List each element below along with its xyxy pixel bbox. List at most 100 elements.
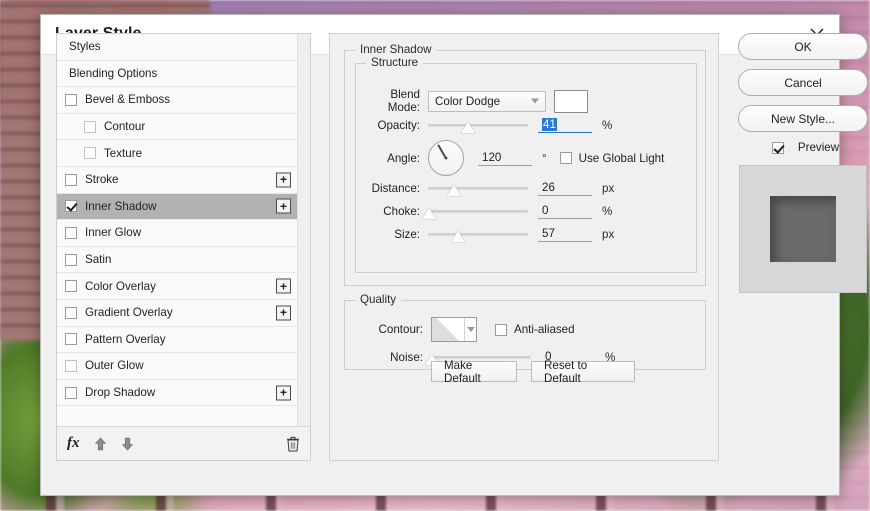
distance-slider-thumb[interactable] xyxy=(447,185,461,196)
style-list-item-label: Styles xyxy=(69,40,101,54)
anti-aliased-checkbox[interactable] xyxy=(495,323,507,336)
styles-scrollbar[interactable] xyxy=(297,34,310,426)
chevron-down-icon xyxy=(464,318,476,341)
opacity-row: Opacity: 41 % xyxy=(356,117,612,133)
style-enable-checkbox[interactable] xyxy=(65,306,77,319)
make-default-button[interactable]: Make Default xyxy=(431,359,517,385)
style-list-item-blending-options[interactable]: Blending Options xyxy=(57,61,310,88)
structure-group-title: Structure xyxy=(366,56,424,69)
blend-mode-select[interactable]: Color Dodge xyxy=(428,90,546,112)
style-list-item-label: Outer Glow xyxy=(85,359,144,373)
use-global-light-checkbox[interactable] xyxy=(559,152,572,164)
style-enable-checkbox[interactable] xyxy=(65,333,77,346)
style-list-item-stroke[interactable]: Stroke + xyxy=(57,167,310,194)
angle-dial-hub xyxy=(444,156,448,160)
size-slider-track xyxy=(428,233,528,236)
chevron-down-icon xyxy=(531,98,539,104)
style-list-item-bevel-emboss[interactable]: Bevel & Emboss xyxy=(57,87,310,114)
style-list-item-inner-glow[interactable]: Inner Glow xyxy=(57,220,310,247)
angle-input[interactable]: 120 xyxy=(478,151,532,166)
choke-row: Choke: 0 % xyxy=(356,203,612,219)
use-global-light-label: Use Global Light xyxy=(578,151,665,165)
choke-input[interactable]: 0 xyxy=(538,204,592,219)
style-list-item-gradient-overlay[interactable]: Gradient Overlay + xyxy=(57,300,310,327)
reset-to-default-button[interactable]: Reset to Default xyxy=(531,359,635,385)
add-effect-plus-icon[interactable]: + xyxy=(276,198,291,214)
trash-icon[interactable] xyxy=(286,436,300,452)
style-enable-checkbox[interactable] xyxy=(65,280,77,293)
style-enable-checkbox[interactable] xyxy=(84,147,96,160)
arrow-up-icon[interactable] xyxy=(94,437,107,451)
opacity-input[interactable]: 41 xyxy=(538,117,592,133)
blend-mode-row: Blend Mode: Color Dodge xyxy=(356,88,588,114)
blend-mode-value: Color Dodge xyxy=(435,94,501,108)
preview-checkbox[interactable] xyxy=(771,141,784,154)
choke-slider-thumb[interactable] xyxy=(422,208,436,219)
style-enable-checkbox[interactable] xyxy=(65,359,77,372)
inner-shadow-group: Inner Shadow Structure Blend Mode: Color… xyxy=(344,43,706,286)
preview-label: Preview xyxy=(797,141,840,154)
choke-slider-track xyxy=(428,210,528,213)
distance-slider[interactable] xyxy=(428,180,528,196)
cancel-button[interactable]: Cancel xyxy=(738,69,868,96)
arrow-down-icon-glyph xyxy=(121,437,133,450)
style-enable-checkbox[interactable] xyxy=(65,93,77,106)
opacity-slider-thumb[interactable] xyxy=(461,122,475,133)
add-effect-plus-icon[interactable]: + xyxy=(276,278,291,294)
settings-panel: Inner Shadow Structure Blend Mode: Color… xyxy=(329,33,719,461)
preview-sample-square xyxy=(770,196,836,262)
anti-aliased-label: Anti-aliased xyxy=(514,323,575,336)
fx-icon[interactable]: fx xyxy=(67,435,80,452)
style-list-item-pattern-overlay[interactable]: Pattern Overlay xyxy=(57,327,310,354)
anti-aliased-row[interactable]: Anti-aliased xyxy=(495,323,575,336)
choke-slider[interactable] xyxy=(422,203,528,219)
style-list-item-label: Blending Options xyxy=(69,66,158,80)
shadow-color-swatch[interactable] xyxy=(554,89,588,113)
choke-unit: % xyxy=(602,204,613,218)
angle-label: Angle: xyxy=(387,151,420,165)
style-list-item-satin[interactable]: Satin xyxy=(57,247,310,274)
blend-mode-label: Blend Mode: xyxy=(387,88,420,114)
ok-button[interactable]: OK xyxy=(738,33,868,60)
size-input[interactable]: 57 xyxy=(538,227,592,242)
style-enable-checkbox[interactable] xyxy=(65,253,77,266)
add-effect-plus-icon[interactable]: + xyxy=(276,172,291,188)
new-style-button[interactable]: New Style... xyxy=(738,105,868,132)
contour-thumbnail xyxy=(432,318,465,341)
contour-select[interactable] xyxy=(431,317,477,342)
size-slider[interactable] xyxy=(428,226,528,242)
styles-list[interactable]: Styles Blending Options Bevel & Emboss Cont… xyxy=(57,34,310,426)
arrow-down-icon[interactable] xyxy=(121,437,134,451)
style-list-item-label: Texture xyxy=(104,146,143,160)
style-list-item-texture[interactable]: Texture xyxy=(57,140,310,167)
size-label: Size: xyxy=(394,227,420,241)
arrow-up-icon-glyph xyxy=(94,437,106,450)
angle-dial[interactable] xyxy=(428,140,464,176)
style-list-item-styles[interactable]: Styles xyxy=(57,34,310,61)
style-list-item-drop-shadow[interactable]: Drop Shadow + xyxy=(57,380,310,407)
style-list-item-contour[interactable]: Contour xyxy=(57,114,310,141)
opacity-unit: % xyxy=(602,118,613,132)
style-list-item-outer-glow[interactable]: Outer Glow xyxy=(57,353,310,380)
choke-value: 0 xyxy=(542,203,549,217)
size-value: 57 xyxy=(542,226,555,240)
style-enable-checkbox[interactable] xyxy=(65,226,77,239)
preview-thumbnail xyxy=(739,165,867,293)
style-list-item-inner-shadow[interactable]: Inner Shadow + xyxy=(57,193,310,221)
style-list-item-label: Color Overlay xyxy=(85,279,156,293)
size-slider-thumb[interactable] xyxy=(451,231,465,242)
style-list-item-color-overlay[interactable]: Color Overlay + xyxy=(57,273,310,300)
angle-value: 120 xyxy=(482,150,502,164)
style-enable-checkbox[interactable] xyxy=(65,200,77,213)
add-effect-plus-icon[interactable]: + xyxy=(276,385,291,401)
style-list-item-label: Bevel & Emboss xyxy=(85,93,171,107)
style-enable-checkbox[interactable] xyxy=(84,120,96,133)
contour-label: Contour: xyxy=(378,323,423,336)
use-global-light-row[interactable]: Use Global Light xyxy=(559,151,665,165)
distance-input[interactable]: 26 xyxy=(538,181,592,196)
opacity-slider[interactable] xyxy=(428,117,528,133)
preview-toggle-row[interactable]: Preview xyxy=(738,141,870,154)
style-enable-checkbox[interactable] xyxy=(65,386,77,399)
style-enable-checkbox[interactable] xyxy=(65,173,77,186)
add-effect-plus-icon[interactable]: + xyxy=(276,305,291,321)
